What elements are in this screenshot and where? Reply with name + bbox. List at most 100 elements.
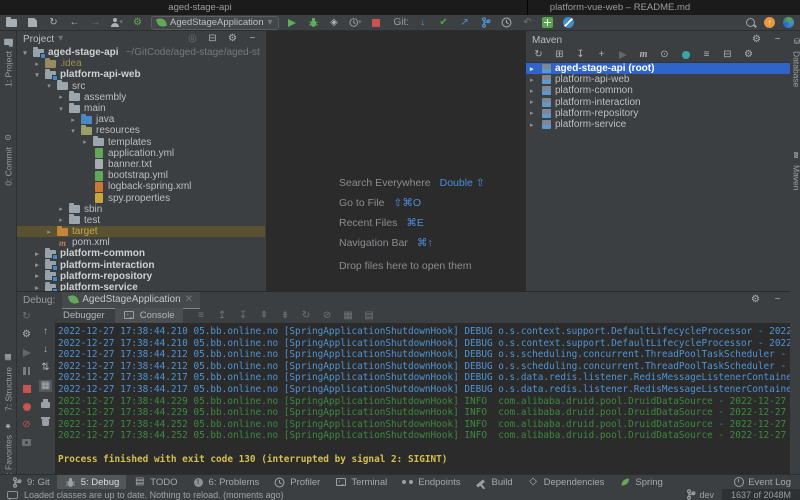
chevron-collapsed-icon[interactable]: ▸ — [530, 98, 538, 106]
collapse-all-icon[interactable]: ⊟ — [206, 33, 219, 46]
tree-row-sbin[interactable]: ▸sbin — [17, 204, 265, 215]
chevron-collapsed-icon[interactable]: ▸ — [33, 250, 41, 258]
memory-indicator[interactable]: 1637 of 2048M — [722, 489, 800, 500]
commit-icon[interactable]: ✔ — [437, 16, 450, 29]
debug-tab-debugger[interactable]: Debugger — [55, 308, 113, 323]
mute-breakpoints-icon[interactable]: ⊘ — [20, 418, 33, 431]
tree-row-src[interactable]: ▾src — [17, 81, 265, 92]
layout-settings-icon[interactable]: ▤ — [363, 309, 376, 322]
tree-row-platform-api-web[interactable]: ▾platform-api-web — [17, 69, 265, 80]
tree-row-spy-properties[interactable]: spy.properties — [17, 192, 265, 203]
chevron-collapsed-icon[interactable]: ▸ — [530, 121, 538, 129]
download-sources-icon[interactable]: ↧ — [574, 48, 587, 61]
tree-row-bootstrap-yml[interactable]: bootstrap.yml — [17, 170, 265, 181]
run-maven-build-icon[interactable] — [616, 48, 629, 61]
stripe-button-0-commit[interactable]: 0: Commit⊙ — [2, 131, 15, 186]
execute-goal-icon[interactable]: m — [637, 48, 650, 61]
debug-tab-console[interactable]: ›_Console — [115, 308, 183, 324]
maven-item-aged-stage-api-root-[interactable]: ▸aged-stage-api (root) — [526, 63, 790, 74]
tree-row-target[interactable]: ▸target — [17, 226, 265, 237]
chevron-collapsed-icon[interactable]: ▸ — [530, 87, 538, 95]
git-branch-widget[interactable]: dev — [686, 489, 714, 500]
toolwindow-button-terminal[interactable]: ›_Terminal — [327, 475, 394, 489]
tree-row-test[interactable]: ▸test — [17, 215, 265, 226]
reimport-icon[interactable]: ↻ — [532, 48, 545, 61]
chevron-collapsed-icon[interactable]: ▸ — [57, 205, 65, 213]
chevron-collapsed-icon[interactable]: ▸ — [33, 261, 41, 269]
hide-icon[interactable]: − — [246, 33, 259, 46]
run-config-selector[interactable]: AgedStageApplication ▾ — [151, 16, 279, 30]
tree-row-main[interactable]: ▾main — [17, 103, 265, 114]
event-log-button[interactable]: Event Log — [734, 477, 800, 488]
rollback-icon[interactable]: ↶ — [521, 16, 534, 29]
notification-icon[interactable] — [7, 491, 18, 499]
tree-row-platform-interaction[interactable]: ▸platform-interaction — [17, 260, 265, 271]
chevron-expanded-icon[interactable]: ▾ — [21, 49, 29, 57]
tree-row-platform-repository[interactable]: ▸platform-repository — [17, 271, 265, 282]
debug-session-tab[interactable]: AgedStageApplication ✕ — [62, 292, 200, 309]
maven-item-platform-service[interactable]: ▸platform-service — [526, 119, 790, 130]
add-maven-project-icon[interactable]: + — [595, 48, 608, 61]
console-view-icon[interactable]: ▦ — [39, 379, 52, 392]
tree-row-assembly[interactable]: ▸assembly — [17, 92, 265, 103]
chevron-collapsed-icon[interactable]: ▸ — [81, 138, 89, 146]
generate-sources-icon[interactable]: ⊞ — [553, 48, 566, 61]
split-view-icon[interactable]: ▦ — [342, 309, 355, 322]
blue-plugin-icon[interactable] — [562, 16, 575, 29]
step-down-stack-icon[interactable]: ↓ — [39, 343, 52, 356]
chevron-collapsed-icon[interactable]: ▸ — [33, 284, 41, 291]
locate-icon[interactable]: ◎ — [186, 33, 199, 46]
collapse-all-icon[interactable]: ⊟ — [721, 48, 734, 61]
stripe-button-maven[interactable]: mMaven — [790, 149, 800, 191]
maven-settings-icon[interactable]: ⚙ — [742, 48, 755, 61]
scroll-down-icon[interactable]: ↧ — [237, 309, 250, 322]
jump-console-icon[interactable]: ⇅ — [39, 361, 52, 374]
toolwindow-button-profiler[interactable]: Profiler — [266, 475, 327, 489]
clear-console-icon[interactable] — [39, 415, 52, 428]
toolwindow-button-build[interactable]: Build — [468, 475, 520, 489]
settings-icon[interactable]: ⚙ — [750, 34, 763, 47]
close-icon[interactable]: ✕ — [185, 295, 193, 305]
run-icon[interactable] — [286, 16, 299, 29]
get-thread-dump-icon[interactable] — [20, 436, 33, 449]
branches-icon[interactable] — [479, 16, 492, 29]
project-settings-icon[interactable]: ⚙ — [131, 16, 144, 29]
gradient-circle-icon[interactable] — [782, 16, 795, 29]
synchronize-icon[interactable]: ↻ — [47, 16, 60, 29]
scroll-to-top-icon[interactable]: ⇞ — [258, 309, 271, 322]
chevron-collapsed-icon[interactable]: ▸ — [45, 228, 53, 236]
toolwindow-button-5-debug[interactable]: 5: Debug — [57, 475, 127, 489]
chevron-down-icon[interactable]: ▾ — [58, 34, 63, 44]
soft-wrap-icon[interactable]: ≡ — [195, 309, 208, 322]
history-icon[interactable] — [500, 16, 513, 29]
toolwindow-button-spring[interactable]: Spring — [611, 475, 669, 489]
open-project-icon[interactable] — [5, 16, 18, 29]
hide-icon[interactable]: − — [771, 34, 784, 47]
show-dependencies-icon[interactable]: ⊙ — [658, 48, 671, 61]
green-plugin-icon[interactable] — [541, 16, 554, 29]
resume-icon[interactable] — [20, 346, 33, 359]
debug-icon[interactable] — [307, 16, 320, 29]
search-everywhere-icon[interactable] — [744, 16, 757, 29]
hide-icon[interactable]: − — [771, 294, 784, 307]
tree-row-java[interactable]: ▸java — [17, 114, 265, 125]
skip-tests-icon[interactable] — [679, 48, 692, 61]
profiles-icon[interactable]: ≡ — [700, 48, 713, 61]
chevron-expanded-icon[interactable]: ▾ — [33, 71, 41, 79]
chevron-expanded-icon[interactable]: ▾ — [45, 82, 53, 90]
clear-dim-icon[interactable]: ⊘ — [321, 309, 334, 322]
maven-item-platform-interaction[interactable]: ▸platform-interaction — [526, 97, 790, 108]
toolwindow-button-endpoints[interactable]: Endpoints — [394, 475, 467, 489]
step-up-stack-icon[interactable]: ↑ — [39, 325, 52, 338]
chevron-expanded-icon[interactable]: ▾ — [69, 127, 77, 135]
editor-area[interactable]: Search EverywhereDouble ⇧Go to File⇧⌘ORe… — [266, 31, 527, 291]
print-console-icon[interactable] — [39, 397, 52, 410]
stop-icon[interactable] — [370, 16, 383, 29]
tree-row-resources[interactable]: ▾resources — [17, 125, 265, 136]
chevron-collapsed-icon[interactable]: ▸ — [57, 216, 65, 224]
stripe-button-7-structure[interactable]: 7: Structure▦ — [2, 351, 15, 411]
stripe-button-database[interactable]: ⛁Database — [790, 35, 800, 87]
toolwindow-button-9-git[interactable]: 9: Git — [3, 475, 57, 489]
settings-icon[interactable]: ⚙ — [749, 294, 762, 307]
scroll-to-bottom-icon[interactable]: ⇟ — [279, 309, 292, 322]
